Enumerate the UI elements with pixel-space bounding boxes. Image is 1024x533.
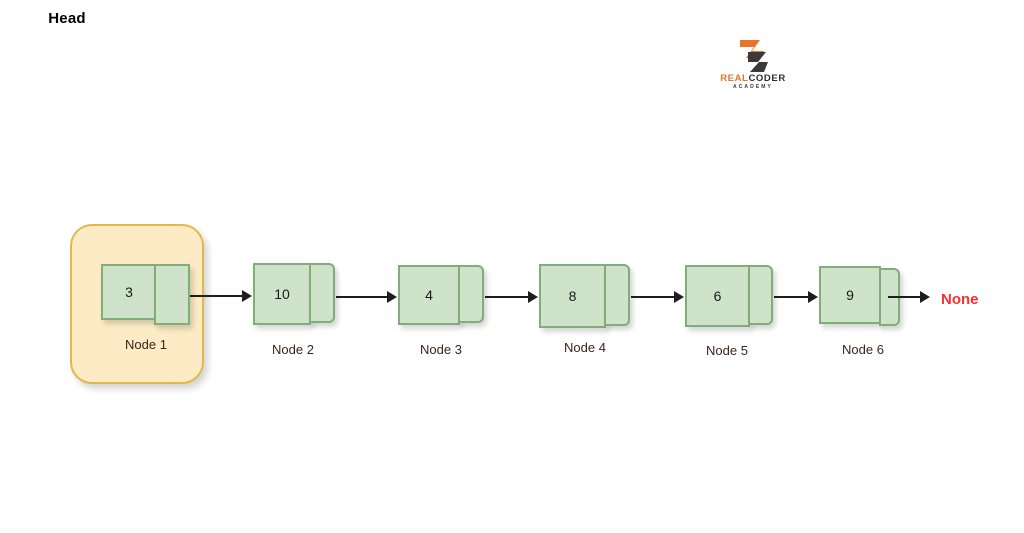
node-caption: Node 5 bbox=[706, 343, 748, 358]
node-caption: Node 1 bbox=[125, 337, 167, 352]
node-pointer-cell bbox=[309, 263, 335, 323]
arrow-shaft bbox=[888, 296, 920, 298]
arrow-node3-to-node4 bbox=[485, 291, 538, 303]
arrow-head-icon bbox=[242, 290, 252, 302]
head-label: Head bbox=[48, 10, 86, 27]
arrow-node6-to-none bbox=[888, 291, 930, 303]
node-data-cell: 3 bbox=[101, 264, 157, 320]
arrow-node5-to-node6 bbox=[774, 291, 818, 303]
node-pointer-cell bbox=[604, 264, 630, 326]
arrow-shaft bbox=[774, 296, 808, 298]
logo-mark-icon bbox=[740, 40, 768, 72]
arrow-shaft bbox=[336, 296, 387, 298]
node-pointer-cell bbox=[154, 264, 190, 325]
node-caption: Node 2 bbox=[272, 342, 314, 357]
arrow-head-icon bbox=[674, 291, 684, 303]
node-caption: Node 4 bbox=[564, 340, 606, 355]
null-terminator-label: None bbox=[941, 291, 979, 308]
node-pointer-cell bbox=[458, 265, 484, 323]
arrow-node4-to-node5 bbox=[631, 291, 684, 303]
arrow-head-icon bbox=[920, 291, 930, 303]
node-data-cell: 8 bbox=[539, 264, 606, 328]
arrow-shaft bbox=[190, 295, 242, 297]
arrow-node1-to-node2 bbox=[190, 290, 252, 302]
node-pointer-cell bbox=[748, 265, 773, 325]
node-caption: Node 6 bbox=[842, 342, 884, 357]
arrow-head-icon bbox=[808, 291, 818, 303]
logo-wordmark: REALCODER bbox=[712, 74, 794, 84]
arrow-node2-to-node3 bbox=[336, 291, 397, 303]
node-data-cell: 10 bbox=[253, 263, 311, 325]
arrow-head-icon bbox=[528, 291, 538, 303]
logo-word-real: REAL bbox=[720, 73, 749, 84]
node-data-cell: 6 bbox=[685, 265, 750, 327]
arrow-head-icon bbox=[387, 291, 397, 303]
node-caption: Node 3 bbox=[420, 342, 462, 357]
logo-word-coder: CODER bbox=[748, 73, 786, 84]
node-data-cell: 9 bbox=[819, 266, 881, 324]
arrow-shaft bbox=[631, 296, 674, 298]
arrow-shaft bbox=[485, 296, 528, 298]
brand-logo: REALCODER ACADEMY bbox=[712, 38, 794, 94]
logo-word-academy: ACADEMY bbox=[733, 84, 773, 90]
node-data-cell: 4 bbox=[398, 265, 460, 325]
